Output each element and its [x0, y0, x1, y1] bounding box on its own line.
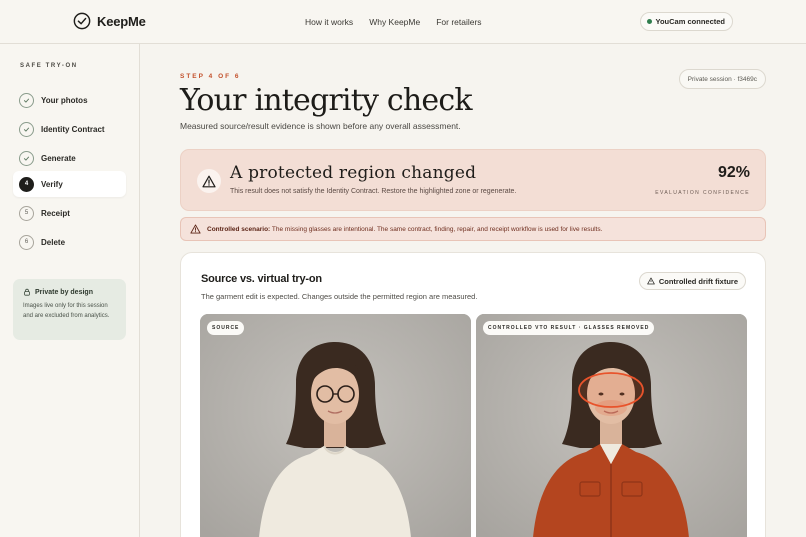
result-image[interactable]: CONTROLLED VTO RESULT · GLASSES REMOVED: [476, 314, 747, 537]
fixture-badge[interactable]: Controlled drift fixture: [638, 272, 746, 290]
step-number: 6: [19, 234, 34, 250]
step-indicator: STEP 4 OF 6: [180, 73, 241, 80]
step-label: Verify: [41, 179, 63, 189]
scenario-notice: Controlled scenario: The missing glasses…: [180, 217, 766, 241]
main-nav: How it works Why KeepMe For retailers: [305, 17, 482, 27]
sidebar-step-generate[interactable]: Generate: [13, 145, 126, 171]
step-number: 5: [19, 205, 34, 221]
brand-name: KeepMe: [97, 13, 146, 29]
page-subtitle: Measured source/result evidence is shown…: [180, 121, 461, 131]
privacy-title: Private by design: [35, 288, 93, 296]
comparison-subtitle: The garment edit is expected. Changes ou…: [201, 292, 478, 301]
status-dot-icon: [646, 19, 652, 24]
sidebar: SAFE TRY-ON Your photos Identity Contrac…: [0, 44, 140, 537]
connection-badge[interactable]: YouCam connected: [639, 12, 733, 31]
lock-icon: [24, 288, 30, 296]
sidebar-title: SAFE TRY-ON: [20, 63, 78, 69]
fixture-label: Controlled drift fixture: [658, 276, 738, 286]
check-icon: [19, 121, 34, 137]
nav-how-it-works[interactable]: How it works: [305, 17, 353, 27]
result-portrait: [476, 314, 747, 537]
sidebar-step-receipt[interactable]: 5 Receipt: [13, 200, 126, 226]
confidence-label: EVALUATION CONFIDENCE: [655, 190, 750, 196]
sidebar-step-identity-contract[interactable]: Identity Contract: [13, 116, 126, 142]
sidebar-step-delete[interactable]: 6 Delete: [13, 229, 126, 255]
step-number: 4: [19, 176, 34, 192]
page-title: Your integrity check: [180, 83, 473, 118]
nav-for-retailers[interactable]: For retailers: [436, 17, 481, 27]
integrity-alert: A protected region changed This result d…: [180, 149, 766, 211]
step-label: Receipt: [41, 208, 70, 218]
comparison-title: Source vs. virtual try-on: [201, 273, 322, 285]
check-icon: [19, 92, 34, 108]
session-badge: Private session · f3469c: [678, 69, 766, 89]
source-tag: SOURCE: [207, 321, 245, 335]
check-icon: [19, 150, 34, 166]
confidence-value: 92%: [717, 164, 750, 181]
top-bar: KeepMe How it works Why KeepMe For retai…: [0, 0, 806, 44]
privacy-body: Images live only for this session and ar…: [23, 303, 110, 319]
step-label: Generate: [41, 153, 76, 163]
source-image[interactable]: SOURCE: [200, 314, 471, 537]
step-label: Identity Contract: [41, 124, 105, 134]
brand-logo[interactable]: KeepMe: [73, 12, 146, 30]
privacy-header: Private by design: [23, 288, 116, 296]
warning-icon: [197, 169, 221, 193]
comparison-card: Source vs. virtual try-on The garment ed…: [180, 252, 766, 537]
source-portrait: [200, 314, 471, 537]
logo-icon: [73, 12, 91, 30]
sidebar-step-your-photos[interactable]: Your photos: [13, 87, 126, 113]
warning-icon: [647, 277, 655, 285]
alert-title: A protected region changed: [230, 163, 477, 183]
step-label: Your photos: [41, 95, 88, 105]
nav-why-keepme[interactable]: Why KeepMe: [369, 17, 420, 27]
sidebar-step-verify[interactable]: 4 Verify: [13, 171, 126, 197]
result-tag: CONTROLLED VTO RESULT · GLASSES REMOVED: [483, 321, 655, 335]
scenario-text: The missing glasses are intentional. The…: [271, 225, 603, 233]
warning-icon: [190, 224, 201, 234]
privacy-card: Private by design Images live only for t…: [13, 279, 126, 340]
alert-description: This result does not satisfy the Identit…: [230, 188, 517, 195]
connection-status: YouCam connected: [655, 17, 725, 26]
scenario-label: Controlled scenario:: [207, 225, 271, 233]
step-label: Delete: [41, 237, 66, 247]
